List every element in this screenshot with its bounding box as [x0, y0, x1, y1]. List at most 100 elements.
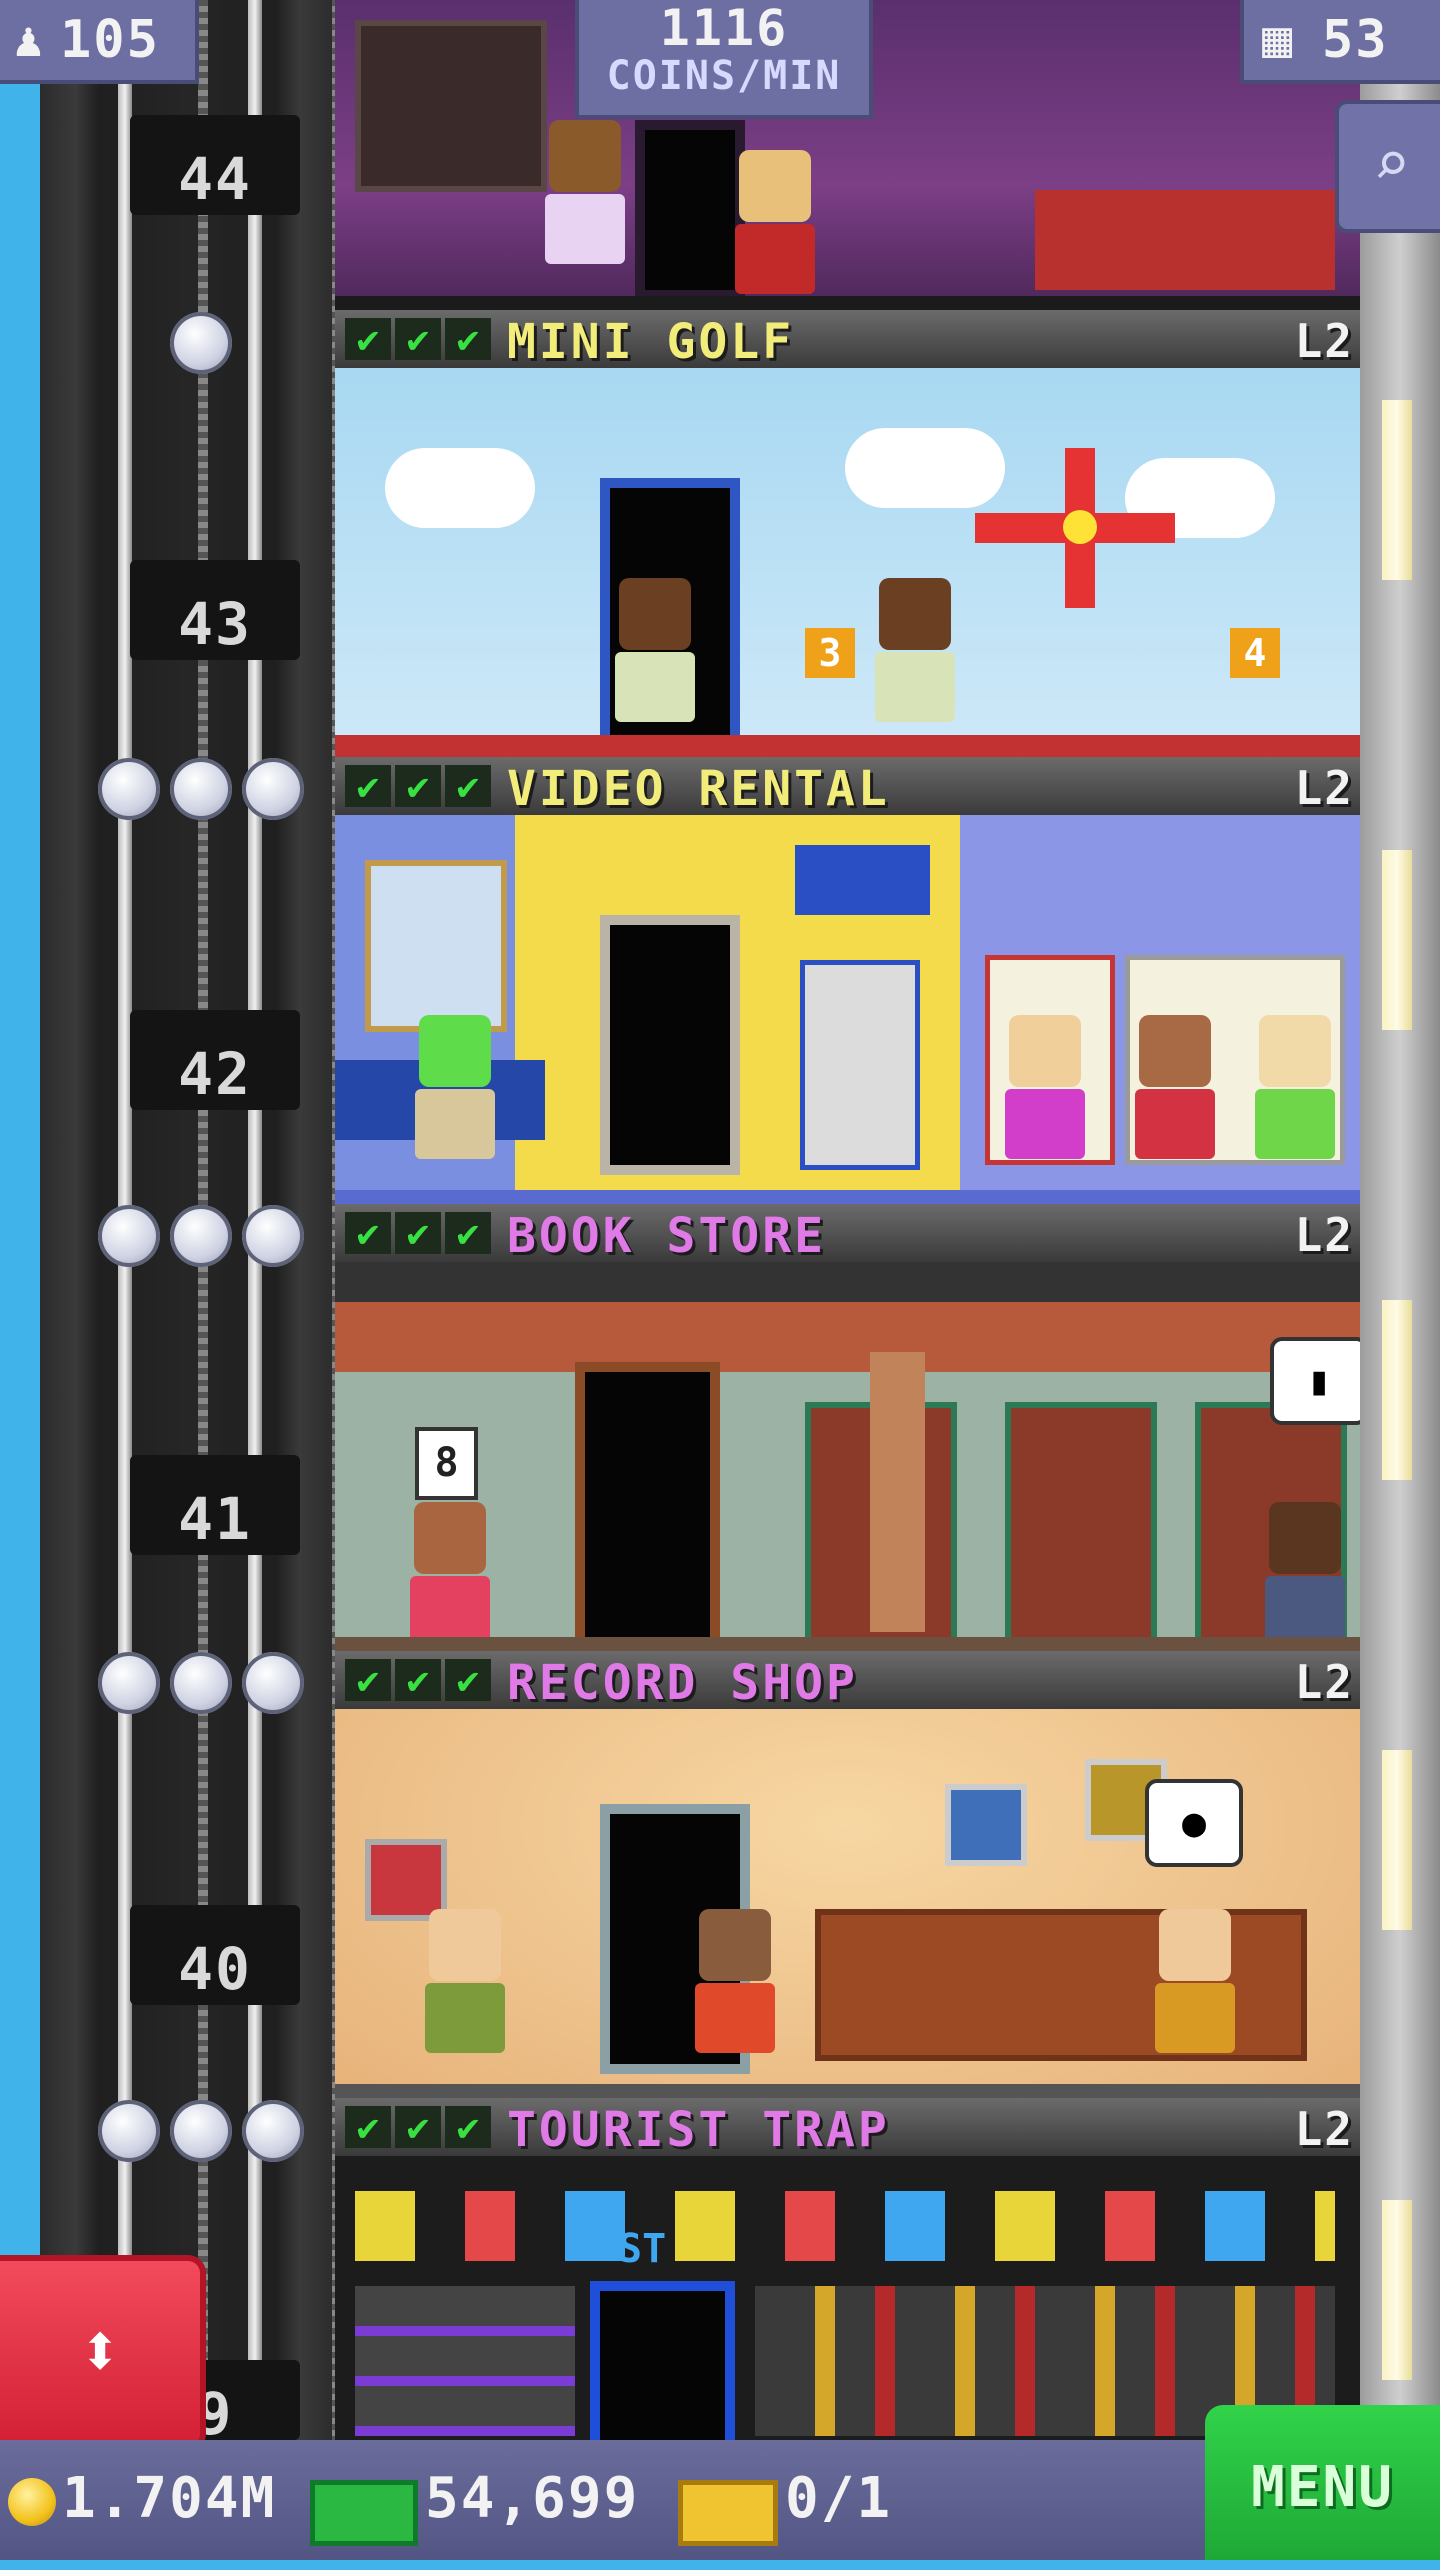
- floor-carpet: [335, 1637, 1360, 1651]
- check-icon: ✔: [445, 1212, 491, 1254]
- floor-header: ✔ ✔ ✔ VIDEO RENTAL L2: [335, 757, 1360, 817]
- floors-counter[interactable]: ▦ 53: [1240, 0, 1440, 84]
- floor-level: L2: [1294, 761, 1354, 815]
- souvenir-sign: ST: [618, 2226, 667, 2272]
- person-icon: ♟: [14, 12, 43, 68]
- window: [1382, 850, 1412, 1030]
- zoom-button[interactable]: ⌕: [1335, 100, 1440, 233]
- room-interior: 8 ▮: [335, 1262, 1360, 1651]
- shaft-floor-label: 44: [130, 115, 300, 215]
- framed-record: [945, 1784, 1027, 1866]
- window: [1382, 2200, 1412, 2380]
- floors-value: 53: [1322, 10, 1389, 70]
- bitizen[interactable]: [695, 1909, 775, 2053]
- star-icon: [98, 1652, 160, 1714]
- bitizen[interactable]: [425, 1909, 505, 2053]
- check-icon: ✔: [345, 1212, 391, 1254]
- check-icon: ✔: [395, 1212, 441, 1254]
- check-icon: ✔: [395, 318, 441, 360]
- floor-record-shop[interactable]: ✔ ✔ ✔ RECORD SHOP L2 ●: [335, 1651, 1360, 2098]
- floor-level: L2: [1294, 2102, 1354, 2156]
- floor-carpet: [335, 735, 1360, 757]
- floor-name: RECORD SHOP: [507, 1655, 858, 1711]
- population-counter[interactable]: ♟ 105: [0, 0, 199, 84]
- floor-header: ✔ ✔ ✔ BOOK STORE L2: [335, 1204, 1360, 1264]
- bitizen[interactable]: [1135, 1015, 1215, 1159]
- floor-carpet: [335, 2084, 1360, 2098]
- check-icon: ✔: [395, 2106, 441, 2148]
- check-icon: ✔: [445, 1659, 491, 1701]
- bookshelf: [1005, 1402, 1157, 1644]
- building-icon: ▦: [1262, 10, 1293, 68]
- bitizen[interactable]: [875, 578, 955, 722]
- bitizen[interactable]: [1265, 1502, 1345, 1646]
- room-interior: 3 4: [335, 368, 1360, 757]
- bitizen[interactable]: [1005, 1015, 1085, 1159]
- floor-name: VIDEO RENTAL: [507, 761, 890, 817]
- elevator-shaft: 44 43 42 41 40 9: [40, 0, 346, 2448]
- bitizen[interactable]: [1255, 1015, 1335, 1159]
- star-icon: [170, 758, 232, 820]
- banknote-icon: [310, 2480, 418, 2546]
- floor-tourist-trap[interactable]: ✔ ✔ ✔ TOURIST TRAP L2 ST: [335, 2098, 1360, 2440]
- floor-number: 44: [178, 145, 252, 213]
- floor-header: ✔ ✔ ✔ TOURIST TRAP L2: [335, 2098, 1360, 2158]
- floor-number: 41: [178, 1485, 252, 1553]
- movie-poster: [365, 860, 507, 1032]
- bux-value[interactable]: 54,699: [425, 2466, 639, 2531]
- window: [1382, 400, 1412, 580]
- elevator-button[interactable]: ⬍: [0, 2255, 206, 2452]
- shaft-floor-label: 40: [130, 1905, 300, 2005]
- shaft-floor-label: 41: [130, 1455, 300, 1555]
- bitizen[interactable]: [615, 578, 695, 722]
- tickets-value[interactable]: 0/1: [785, 2466, 892, 2531]
- magnifier-icon: ⌕: [1372, 127, 1411, 200]
- arcade-machine: [800, 960, 920, 1170]
- floor-checks: ✔ ✔ ✔: [345, 2106, 491, 2148]
- hole-sign: 3: [805, 628, 855, 678]
- bitizen[interactable]: [735, 150, 815, 294]
- souvenir-shelf: [355, 2191, 1335, 2261]
- star-icon: [170, 1205, 232, 1267]
- check-icon: ✔: [345, 765, 391, 807]
- floor-door: [590, 2281, 735, 2440]
- window: [1382, 1750, 1412, 1930]
- floor-number: 40: [178, 1935, 252, 2003]
- floor-base: [335, 296, 1360, 310]
- souvenir-rack: [355, 2286, 575, 2436]
- room-interior: ST: [335, 2156, 1360, 2440]
- floor-header: ✔ ✔ ✔ RECORD SHOP L2: [335, 1651, 1360, 1711]
- check-icon: ✔: [445, 765, 491, 807]
- star-icon: [242, 1652, 304, 1714]
- check-icon: ✔: [345, 2106, 391, 2148]
- coins-per-min-value: 1116: [659, 0, 789, 57]
- bitizen[interactable]: [410, 1502, 490, 1646]
- check-icon: ✔: [395, 1659, 441, 1701]
- floor-checks: ✔ ✔ ✔: [345, 318, 491, 360]
- speech-bubble[interactable]: ▮: [1270, 1337, 1360, 1425]
- coins-per-min-panel[interactable]: 1116 COINS/MIN: [575, 0, 873, 119]
- bitizen[interactable]: [1155, 1909, 1235, 2053]
- menu-button[interactable]: MENU: [1205, 2405, 1440, 2560]
- bitizen[interactable]: [415, 1015, 495, 1159]
- floor-checks: ✔ ✔ ✔: [345, 765, 491, 807]
- star-icon: [98, 758, 160, 820]
- speech-bubble[interactable]: ●: [1145, 1779, 1243, 1867]
- floor-level: L2: [1294, 314, 1354, 368]
- floor-book-store[interactable]: ✔ ✔ ✔ BOOK STORE L2 8 ▮: [335, 1204, 1360, 1651]
- floor-level: L2: [1294, 1208, 1354, 1262]
- coins-per-min-label: COINS/MIN: [606, 53, 842, 99]
- coin-icon: [8, 2478, 56, 2526]
- floor-door: [600, 915, 740, 1175]
- floor-header: ✔ ✔ ✔ MINI GOLF L2: [335, 310, 1360, 370]
- ticket-icon: [678, 2480, 778, 2546]
- book-sign: 8: [415, 1427, 478, 1500]
- star-icon: [98, 2100, 160, 2162]
- floor-video-rental[interactable]: ✔ ✔ ✔ VIDEO RENTAL L2: [335, 757, 1360, 1204]
- coins-value[interactable]: 1.704M: [62, 2466, 276, 2531]
- bitizen[interactable]: [545, 120, 625, 264]
- floor-name: TOURIST TRAP: [507, 2102, 890, 2158]
- tower-right-wall: [1360, 0, 1440, 2440]
- room-interior: [335, 815, 1360, 1204]
- floor-mini-golf[interactable]: ✔ ✔ ✔ MINI GOLF L2 3 4: [335, 310, 1360, 757]
